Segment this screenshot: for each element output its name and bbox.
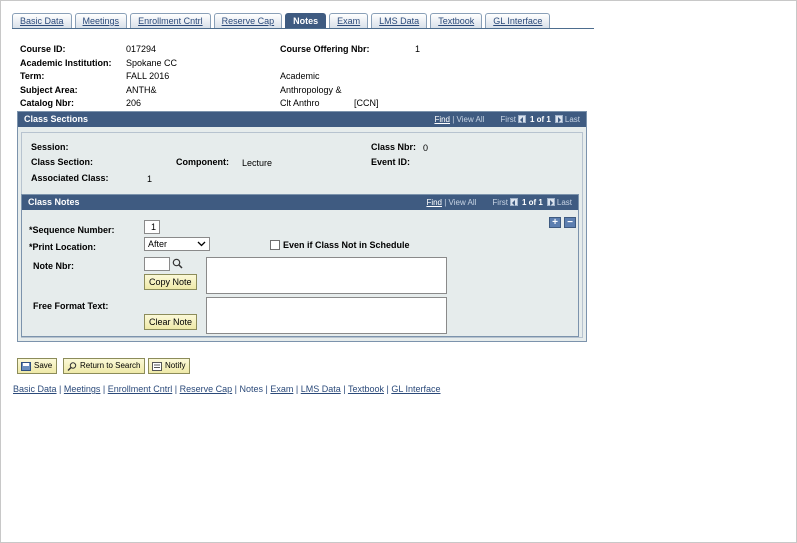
chevron-down-icon	[197, 241, 206, 247]
save-icon	[21, 361, 31, 371]
footer-link-lms-data[interactable]: LMS Data	[301, 384, 341, 394]
note-text-area[interactable]	[206, 257, 447, 294]
subject-description: Anthropology &	[280, 85, 342, 95]
class-sections-group: Class Sections Find | View All First 1 o…	[17, 111, 587, 342]
class-section-label: Class Section:	[31, 157, 94, 167]
footer-link-gl-interface[interactable]: GL Interface	[391, 384, 440, 394]
footer-link-meetings[interactable]: Meetings	[64, 384, 101, 394]
catalog-value: 206	[126, 98, 142, 108]
class-sections-nav: Find | View All First 1 of 1 Last	[434, 114, 580, 124]
tab-underline	[12, 28, 594, 29]
class-notes-header: Class Notes Find | View All First 1 of 1…	[22, 195, 578, 210]
return-to-search-label: Return to Search	[80, 361, 141, 370]
associated-class-label: Associated Class:	[31, 173, 109, 183]
term-label: Term:	[20, 71, 45, 81]
class-nbr-value: 0	[423, 143, 429, 153]
tab-exam[interactable]: Exam	[329, 13, 369, 29]
row-count: 1 of 1	[521, 198, 543, 207]
first-label: First	[492, 198, 508, 207]
term-value: FALL 2016	[126, 71, 170, 81]
offering-value: 1	[415, 44, 421, 54]
tab-meetings[interactable]: Meetings	[74, 13, 128, 29]
free-format-text-label: Free Format Text:	[33, 301, 109, 311]
note-nbr-label: Note Nbr:	[33, 261, 74, 271]
session-label: Session:	[31, 142, 69, 152]
component-label: Component:	[176, 157, 229, 167]
footer-link-enrollment-cntrl[interactable]: Enrollment Cntrl	[108, 384, 173, 394]
free-format-text-area[interactable]	[206, 297, 447, 334]
class-sections-header: Class Sections Find | View All First 1 o…	[18, 112, 586, 127]
tab-bar: Basic Data Meetings Enrollment Cntrl Res…	[12, 13, 553, 29]
sequence-number-label: *Sequence Number:	[29, 225, 115, 235]
term-description: Academic	[280, 71, 320, 81]
tab-notes[interactable]: Notes	[285, 13, 327, 29]
course-id-label: Course ID:	[20, 44, 66, 54]
sequence-number-input[interactable]: 1	[144, 220, 160, 234]
previous-icon[interactable]	[509, 197, 518, 206]
component-value: Lecture	[242, 158, 273, 168]
view-all-link[interactable]: View All	[457, 115, 485, 124]
next-icon[interactable]	[546, 197, 555, 206]
notify-label: Notify	[165, 361, 186, 370]
class-notes-title: Class Notes	[28, 197, 80, 207]
footer-link-reserve-cap[interactable]: Reserve Cap	[180, 384, 233, 394]
find-link[interactable]: Find	[426, 198, 442, 207]
add-row-button[interactable]: +	[549, 217, 561, 228]
note-nbr-input[interactable]	[144, 257, 170, 271]
tab-enrollment-cntrl[interactable]: Enrollment Cntrl	[130, 13, 211, 29]
class-nbr-label: Class Nbr:	[371, 142, 417, 152]
course-id-value: 017294	[126, 44, 157, 54]
notify-icon	[152, 361, 162, 371]
row-count: 1 of 1	[529, 115, 551, 124]
tab-lms-data[interactable]: LMS Data	[371, 13, 428, 29]
print-location-label: *Print Location:	[29, 242, 96, 252]
event-id-label: Event ID:	[371, 157, 411, 167]
save-button[interactable]: Save	[17, 358, 58, 374]
notify-button[interactable]: Notify	[148, 358, 191, 374]
footer-current-notes: Notes	[239, 384, 264, 394]
tab-basic-data[interactable]: Basic Data	[12, 13, 72, 29]
print-location-value: After	[148, 239, 168, 249]
previous-icon[interactable]	[517, 114, 526, 123]
copy-note-button[interactable]: Copy Note	[144, 274, 197, 290]
subject-label: Subject Area:	[20, 85, 78, 95]
catalog-description: Clt Anthro	[280, 98, 320, 108]
tab-reserve-cap[interactable]: Reserve Cap	[213, 13, 283, 29]
find-link[interactable]: Find	[434, 115, 450, 124]
last-label: Last	[556, 198, 572, 207]
footer-link-basic-data[interactable]: Basic Data	[13, 384, 57, 394]
lookup-search-icon[interactable]	[172, 258, 183, 269]
subject-value: ANTH&	[126, 85, 157, 95]
associated-class-value: 1	[147, 174, 153, 184]
catalog-code: [CCN]	[354, 98, 379, 108]
catalog-label: Catalog Nbr:	[20, 98, 74, 108]
next-icon[interactable]	[554, 114, 563, 123]
institution-value: Spokane CC	[126, 58, 178, 68]
class-sections-title: Class Sections	[24, 114, 89, 124]
offering-label: Course Offering Nbr:	[280, 44, 370, 54]
view-all-link[interactable]: View All	[449, 198, 477, 207]
class-notes-nav: Find | View All First 1 of 1 Last	[426, 197, 572, 207]
even-if-not-in-schedule-checkbox[interactable]	[270, 240, 280, 250]
save-label: Save	[34, 361, 53, 370]
print-location-select[interactable]: After	[144, 237, 210, 251]
return-to-search-button[interactable]: Return to Search	[63, 358, 146, 374]
footer-link-textbook[interactable]: Textbook	[348, 384, 384, 394]
footer-link-exam[interactable]: Exam	[270, 384, 293, 394]
search-icon	[67, 361, 77, 371]
footer-links: Basic Data | Meetings | Enrollment Cntrl…	[13, 384, 441, 394]
even-if-not-in-schedule-label: Even if Class Not in Schedule	[283, 240, 410, 250]
last-label: Last	[564, 115, 580, 124]
tab-textbook[interactable]: Textbook	[430, 13, 483, 29]
tab-gl-interface[interactable]: GL Interface	[485, 13, 551, 29]
delete-row-button[interactable]: −	[564, 217, 576, 228]
first-label: First	[500, 115, 516, 124]
clear-note-button[interactable]: Clear Note	[144, 314, 198, 330]
institution-label: Academic Institution:	[20, 58, 112, 68]
class-notes-group: Class Notes Find | View All First 1 of 1…	[21, 194, 579, 337]
